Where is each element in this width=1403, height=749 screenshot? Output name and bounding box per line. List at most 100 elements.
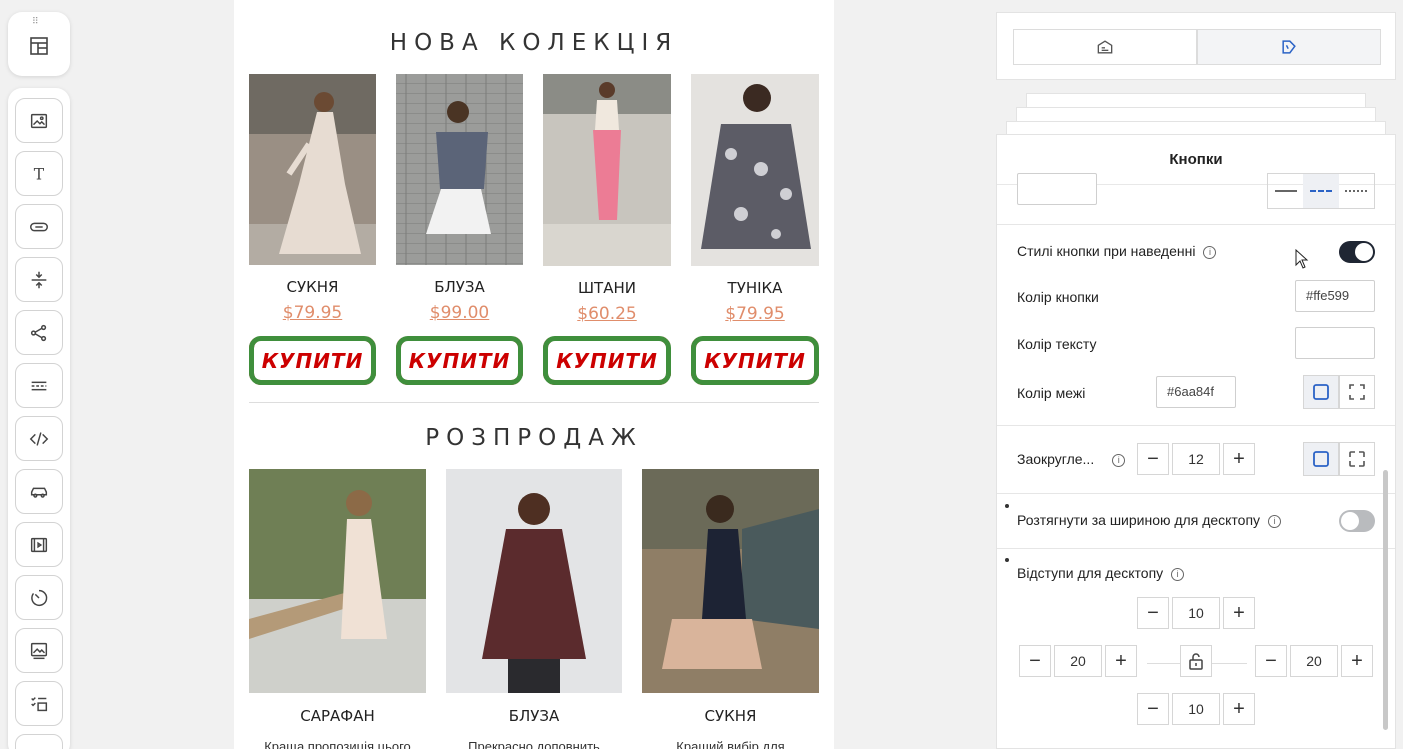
product-card[interactable]: БЛУЗА $99.00 КУПИТИ	[396, 74, 523, 386]
padding-bottom-input[interactable]: 10	[1172, 693, 1220, 725]
rounding-increment-button[interactable]: +	[1223, 443, 1255, 475]
text-block-button[interactable]: T	[15, 151, 63, 196]
padding-bottom-increment-button[interactable]: +	[1223, 693, 1255, 725]
product-card[interactable]: ШТАНИ $60.25 КУПИТИ	[543, 74, 671, 386]
email-canvas[interactable]: НОВА КОЛЕКЦІЯ СУКНЯ $79.95 КУПИТИ БЛУЗА …	[234, 0, 834, 749]
product-photo-tunic	[691, 74, 819, 266]
product-price[interactable]: $79.95	[691, 304, 819, 324]
product-photo-sundress	[249, 469, 426, 693]
border-solid-option[interactable]	[1268, 174, 1303, 208]
rounding-input[interactable]: 12	[1172, 443, 1220, 475]
rounding-label: Заокругле...	[1017, 451, 1095, 467]
hover-styles-label: Стилі кнопки при наведенні	[1017, 243, 1196, 259]
stretch-label: Розтягнути за шириною для десктопу	[1017, 512, 1261, 528]
padding-top-decrement-button[interactable]: −	[1137, 597, 1169, 629]
menu-block-button[interactable]	[15, 681, 63, 726]
tab-blocks[interactable]	[1013, 29, 1197, 65]
product-name: САРАФАН	[300, 707, 375, 725]
button-color-label: Колір кнопки	[1017, 289, 1099, 305]
button-color-input[interactable]: #ffe599	[1295, 280, 1375, 312]
padding-label: Відступи для десктопу	[1017, 565, 1164, 581]
product-card[interactable]: СУКНЯ $79.95 КУПИТИ	[249, 74, 376, 386]
border-color-input[interactable]: #6aa84f	[1156, 376, 1236, 408]
html-block-button[interactable]	[15, 416, 63, 461]
sale-product-card[interactable]: САРАФАН Краща пропозиція цього	[249, 469, 426, 749]
padding-right-input[interactable]: 20	[1290, 645, 1338, 677]
info-icon[interactable]: i	[1171, 567, 1185, 581]
buy-button[interactable]: КУПИТИ	[691, 336, 819, 385]
timer-block-button[interactable]	[15, 575, 63, 620]
code-icon	[29, 431, 49, 446]
stretch-toggle[interactable]	[1339, 510, 1375, 532]
border-dashed-option[interactable]	[1303, 174, 1339, 208]
tab-styles[interactable]	[1197, 29, 1381, 65]
padding-right-decrement-button[interactable]: −	[1255, 645, 1287, 677]
hover-styles-toggle[interactable]	[1339, 241, 1375, 263]
product-description: Кращий вибір для	[676, 739, 785, 749]
button-block-button[interactable]	[15, 204, 63, 249]
product-name: ШТАНИ	[578, 279, 636, 297]
image-block-button[interactable]	[15, 98, 63, 143]
new-collection-title[interactable]: НОВА КОЛЕКЦІЯ	[234, 30, 834, 56]
border-all-sides-option[interactable]	[1303, 375, 1339, 409]
padding-right-increment-button[interactable]: +	[1341, 645, 1373, 677]
info-icon[interactable]: i	[1203, 245, 1217, 259]
padding-left-input[interactable]: 20	[1054, 645, 1102, 677]
rounding-row: Заокругле... i	[1017, 451, 1126, 467]
sale-product-card[interactable]: СУКНЯ Кращий вибір для	[642, 469, 819, 749]
product-name: БЛУЗА	[434, 278, 485, 296]
panel-scrollbar[interactable]	[1383, 470, 1388, 730]
sale-product-card[interactable]: БЛУЗА Прекрасно доповнить	[446, 469, 622, 749]
padding-top-input[interactable]: 10	[1172, 597, 1220, 629]
panel-tabs	[996, 12, 1396, 80]
padding-row: Відступи для десктопу i	[1017, 565, 1185, 581]
svg-text:T: T	[34, 165, 45, 183]
video-block-button[interactable]	[15, 522, 63, 567]
padding-lock-button[interactable]	[1180, 645, 1212, 677]
structure-panel-button[interactable]: ⠿	[8, 12, 70, 76]
padding-left-increment-button[interactable]: +	[1105, 645, 1137, 677]
square-icon	[1313, 451, 1329, 467]
product-photo-dress	[249, 74, 376, 265]
separator	[997, 425, 1395, 426]
padding-left-decrement-button[interactable]: −	[1019, 645, 1051, 677]
spacer-block-button[interactable]	[15, 257, 63, 302]
separator	[997, 493, 1395, 494]
rounding-all-corners-option[interactable]	[1303, 442, 1339, 476]
info-icon[interactable]: i	[1268, 514, 1282, 528]
product-block-button[interactable]	[15, 469, 63, 514]
product-photo-blouse	[396, 74, 523, 265]
mouse-cursor-icon	[1295, 249, 1309, 269]
rounding-individual-corners-option[interactable]	[1339, 442, 1375, 476]
style-icon	[1282, 40, 1296, 54]
buy-button[interactable]: КУПИТИ	[396, 336, 523, 385]
padding-bottom-decrement-button[interactable]: −	[1137, 693, 1169, 725]
buy-button[interactable]: КУПИТИ	[543, 336, 671, 385]
banner-block-button[interactable]	[15, 628, 63, 673]
border-individual-sides-option[interactable]	[1339, 375, 1375, 409]
buttons-settings-panel: Кнопки Стилі кнопки при наведенні i Колір…	[996, 134, 1396, 749]
padding-top-increment-button[interactable]: +	[1223, 597, 1255, 629]
bullet-marker	[1005, 558, 1009, 562]
car-icon	[30, 487, 48, 498]
more-block-button[interactable]	[15, 734, 63, 749]
product-card[interactable]: ТУНІКА $79.95 КУПИТИ	[691, 74, 819, 386]
divider-block-button[interactable]	[15, 363, 63, 408]
buy-button[interactable]: КУПИТИ	[249, 336, 376, 385]
sale-title[interactable]: РОЗПРОДАЖ	[234, 425, 834, 451]
rounding-decrement-button[interactable]: −	[1137, 443, 1169, 475]
product-price[interactable]: $79.95	[249, 303, 376, 323]
product-photo-blouse-sale	[446, 469, 622, 693]
border-dotted-option[interactable]	[1339, 174, 1374, 208]
text-color-label: Колір тексту	[1017, 336, 1097, 352]
layout-icon	[30, 37, 48, 55]
drag-handle-icon[interactable]: ⠿	[32, 17, 40, 26]
product-price[interactable]: $99.00	[396, 303, 523, 323]
image-icon	[30, 113, 48, 128]
product-price[interactable]: $60.25	[543, 304, 671, 324]
text-color-input[interactable]	[1295, 327, 1375, 359]
timer-icon	[31, 589, 48, 606]
border-width-input[interactable]	[1017, 173, 1097, 205]
info-icon[interactable]: i	[1112, 453, 1126, 467]
social-block-button[interactable]	[15, 310, 63, 355]
